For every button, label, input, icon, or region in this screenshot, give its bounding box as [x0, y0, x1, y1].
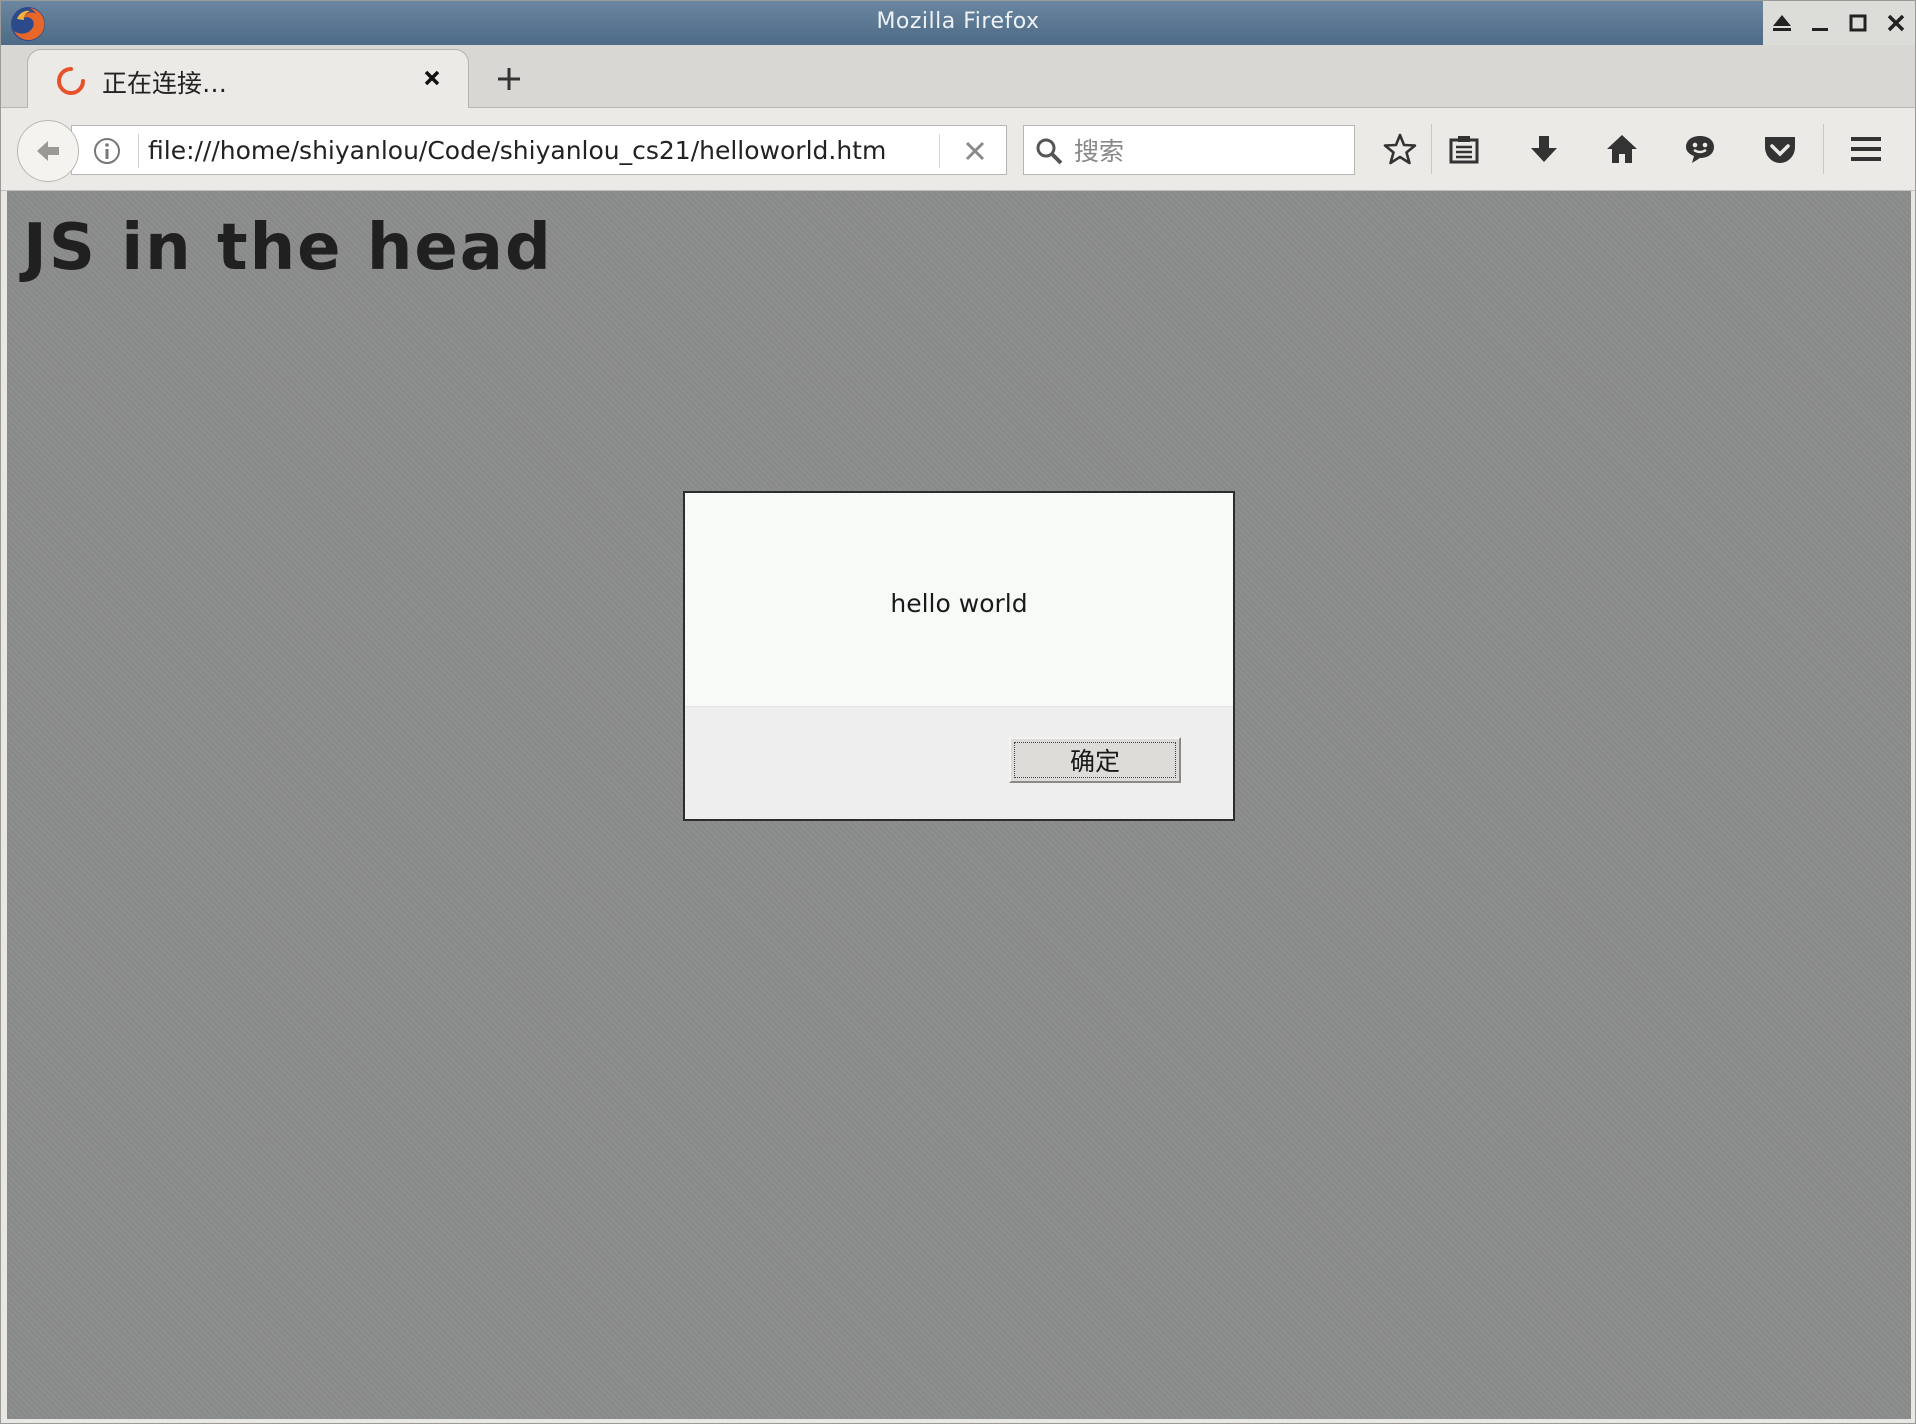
- new-tab-plus-icon[interactable]: [489, 59, 529, 99]
- chat-icon[interactable]: [1677, 126, 1723, 172]
- url-text[interactable]: file:///home/shiyanlou/Code/shiyanlou_cs…: [148, 136, 952, 165]
- search-input[interactable]: [1072, 132, 1346, 170]
- minimize-icon[interactable]: [1806, 9, 1834, 37]
- page-content: JS in the head hello world 确定: [7, 191, 1911, 1419]
- url-bar[interactable]: file:///home/shiyanlou/Code/shiyanlou_cs…: [71, 125, 1007, 175]
- maximize-icon[interactable]: [1844, 9, 1872, 37]
- stop-loading-icon[interactable]: [960, 136, 990, 166]
- title-bar: Mozilla Firefox: [1, 1, 1915, 45]
- download-icon[interactable]: [1521, 126, 1567, 172]
- reading-list-icon[interactable]: [1441, 126, 1487, 172]
- search-bar[interactable]: [1023, 125, 1355, 175]
- search-icon: [1034, 136, 1064, 166]
- tab-label: 正在连接…: [102, 69, 228, 98]
- page-info-icon[interactable]: [92, 136, 122, 166]
- toolbar-divider: [1431, 124, 1432, 174]
- eject-icon[interactable]: [1768, 9, 1796, 37]
- bookmark-star-icon[interactable]: [1377, 126, 1423, 172]
- pocket-icon[interactable]: [1757, 126, 1803, 172]
- alert-footer: 确定: [685, 706, 1233, 819]
- home-icon[interactable]: [1599, 126, 1645, 172]
- url-divider: [138, 134, 139, 168]
- loading-throbber-icon: [56, 66, 86, 96]
- toolbar-divider: [1823, 124, 1824, 174]
- back-arrow-icon: [37, 141, 59, 161]
- navigation-bar: file:///home/shiyanlou/Code/shiyanlou_cs…: [1, 108, 1915, 191]
- hamburger-menu-icon[interactable]: [1843, 126, 1889, 172]
- page-heading: JS in the head: [23, 211, 553, 285]
- tab-close-icon[interactable]: [416, 62, 448, 94]
- window-title: Mozilla Firefox: [876, 9, 1040, 34]
- browser-window: Mozilla Firefox 正在连接… file:///home/shiya…: [0, 0, 1916, 1424]
- close-window-icon[interactable]: [1882, 9, 1910, 37]
- window-controls: [1763, 1, 1915, 45]
- alert-dialog: hello world 确定: [683, 491, 1235, 821]
- alert-message: hello world: [890, 589, 1028, 618]
- tab-active[interactable]: 正在连接…: [27, 49, 469, 108]
- ok-button[interactable]: 确定: [1009, 737, 1181, 783]
- tab-strip: 正在连接…: [1, 45, 1915, 108]
- back-button[interactable]: [17, 120, 79, 182]
- url-divider-right: [939, 134, 940, 168]
